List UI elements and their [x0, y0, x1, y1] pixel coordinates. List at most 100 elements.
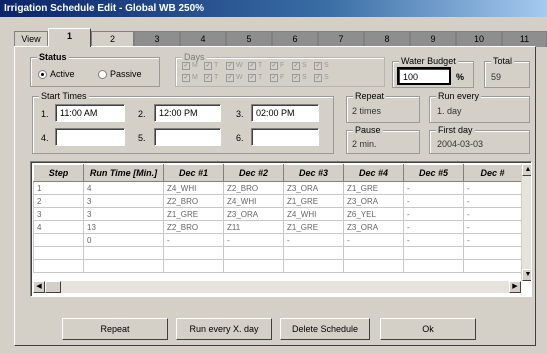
table-cell[interactable] [223, 246, 284, 260]
table-cell[interactable]: Z4_WHI [223, 194, 284, 208]
table-cell[interactable]: - [403, 194, 464, 208]
table-row[interactable]: 2 3 Z2_BRO Z4_WHI Z1_GRE Z3_ORA - - [33, 194, 522, 208]
start-time-1-input[interactable]: 11:00 AM [55, 104, 125, 122]
table-cell[interactable]: - [223, 233, 284, 247]
schedule-grid[interactable]: Step Run Time [Min.] Dec #1 Dec #2 Dec #… [30, 161, 532, 297]
table-cell[interactable] [343, 259, 404, 273]
scroll-left-icon[interactable]: ◀ [33, 281, 45, 293]
column-header[interactable]: Step [33, 164, 84, 182]
start-time-5-input[interactable] [154, 128, 221, 146]
delete-schedule-button[interactable]: Delete Schedule [280, 318, 370, 340]
table-cell[interactable]: Z2_BRO [163, 194, 224, 208]
day-checkbox-wed-2[interactable]: ✓ [226, 74, 234, 82]
day-checkbox-thu-1[interactable]: ✓ [248, 62, 256, 70]
table-cell[interactable] [283, 246, 344, 260]
tab-1[interactable]: 1 [48, 28, 91, 47]
table-cell[interactable]: 3 [83, 194, 164, 208]
table-cell[interactable]: - [463, 220, 522, 234]
run-every-button[interactable]: Run every X. day [176, 318, 272, 340]
tab-view[interactable]: View [14, 31, 48, 47]
active-radio[interactable] [38, 70, 47, 79]
table-cell[interactable]: - [403, 220, 464, 234]
table-cell[interactable]: - [403, 233, 464, 247]
table-cell[interactable]: - [163, 233, 224, 247]
table-cell[interactable] [223, 259, 284, 273]
table-cell[interactable]: Z6_YEL [343, 207, 404, 221]
day-checkbox-sat-1[interactable]: ✓ [292, 62, 300, 70]
column-header[interactable]: Dec #1 [163, 164, 224, 182]
table-row[interactable] [33, 259, 522, 273]
table-cell[interactable]: Z3_ORA [343, 194, 404, 208]
horizontal-scrollbar[interactable]: ◀ ▶ [33, 281, 521, 293]
table-cell[interactable]: 2 [33, 194, 84, 208]
table-cell[interactable]: Z1_GRE [283, 220, 344, 234]
table-cell[interactable]: - [463, 233, 522, 247]
table-cell[interactable]: Z4_WHI [163, 181, 224, 195]
water-budget-input[interactable]: 100 [397, 67, 451, 85]
tab-3[interactable]: 3 [134, 31, 180, 47]
day-checkbox-sun-1[interactable]: ✓ [314, 62, 322, 70]
tab-6[interactable]: 6 [272, 31, 318, 47]
table-cell[interactable] [163, 259, 224, 273]
day-checkbox-sat-2[interactable]: ✓ [292, 74, 300, 82]
table-cell[interactable] [283, 259, 344, 273]
table-cell[interactable] [33, 246, 84, 260]
tab-5[interactable]: 5 [226, 31, 272, 47]
table-cell[interactable]: 3 [83, 207, 164, 221]
table-cell[interactable] [403, 259, 464, 273]
horizontal-scroll-thumb[interactable] [45, 281, 61, 293]
table-cell[interactable] [83, 259, 164, 273]
table-cell[interactable]: - [463, 207, 522, 221]
table-cell[interactable]: - [463, 194, 522, 208]
table-cell[interactable]: Z3_ORA [343, 220, 404, 234]
table-cell[interactable]: - [403, 207, 464, 221]
ok-button[interactable]: Ok [380, 318, 476, 340]
day-checkbox-tue-2[interactable]: ✓ [204, 74, 212, 82]
table-row[interactable]: 1 4 Z4_WHI Z2_BRO Z3_ORA Z1_GRE - - [33, 181, 522, 195]
table-cell[interactable]: 0 [83, 233, 164, 247]
table-cell[interactable]: Z1_GRE [163, 207, 224, 221]
day-checkbox-thu-2[interactable]: ✓ [248, 74, 256, 82]
start-time-4-input[interactable] [55, 128, 125, 146]
day-checkbox-wed-1[interactable]: ✓ [226, 62, 234, 70]
scroll-down-icon[interactable]: ▼ [522, 269, 531, 281]
column-header[interactable]: Dec # [463, 164, 522, 182]
tab-8[interactable]: 8 [364, 31, 410, 47]
day-checkbox-tue-1[interactable]: ✓ [204, 62, 212, 70]
passive-radio[interactable] [98, 70, 107, 79]
table-cell[interactable]: Z3_ORA [223, 207, 284, 221]
table-cell[interactable] [463, 246, 522, 260]
table-cell[interactable]: Z2_BRO [223, 181, 284, 195]
start-time-3-input[interactable]: 02:00 PM [251, 104, 319, 122]
table-cell[interactable] [163, 246, 224, 260]
repeat-button[interactable]: Repeat [62, 318, 168, 340]
tab-10[interactable]: 10 [456, 31, 502, 47]
table-cell[interactable] [463, 259, 522, 273]
scroll-up-icon[interactable]: ▲ [522, 164, 531, 176]
table-cell[interactable]: - [283, 233, 344, 247]
table-row[interactable]: 3 3 Z1_GRE Z3_ORA Z4_WHI Z6_YEL - - [33, 207, 522, 221]
day-checkbox-sun-2[interactable]: ✓ [314, 74, 322, 82]
table-cell[interactable]: Z4_WHI [283, 207, 344, 221]
column-header[interactable]: Dec #4 [343, 164, 404, 182]
table-row[interactable]: 0------ [33, 233, 522, 247]
column-header[interactable]: Run Time [Min.] [83, 164, 164, 182]
table-row[interactable]: 4 13 Z2_BRO Z11 Z1_GRE Z3_ORA - - [33, 220, 522, 234]
tab-4[interactable]: 4 [180, 31, 226, 47]
tab-9[interactable]: 9 [410, 31, 456, 47]
table-cell[interactable]: 13 [83, 220, 164, 234]
scroll-right-icon[interactable]: ▶ [509, 281, 521, 293]
table-cell[interactable] [33, 259, 84, 273]
table-cell[interactable]: - [403, 181, 464, 195]
table-cell[interactable]: 3 [33, 207, 84, 221]
table-cell[interactable]: Z11 [223, 220, 284, 234]
table-cell[interactable] [343, 246, 404, 260]
column-header[interactable]: Dec #5 [403, 164, 464, 182]
table-cell[interactable]: Z1_GRE [283, 194, 344, 208]
day-checkbox-mon-1[interactable]: ✓ [182, 62, 190, 70]
day-checkbox-fri-1[interactable]: ✓ [270, 62, 278, 70]
column-header[interactable]: Dec #3 [283, 164, 344, 182]
table-row[interactable] [33, 246, 522, 260]
start-time-2-input[interactable]: 12:00 PM [154, 104, 221, 122]
column-header[interactable]: Dec #2 [223, 164, 284, 182]
